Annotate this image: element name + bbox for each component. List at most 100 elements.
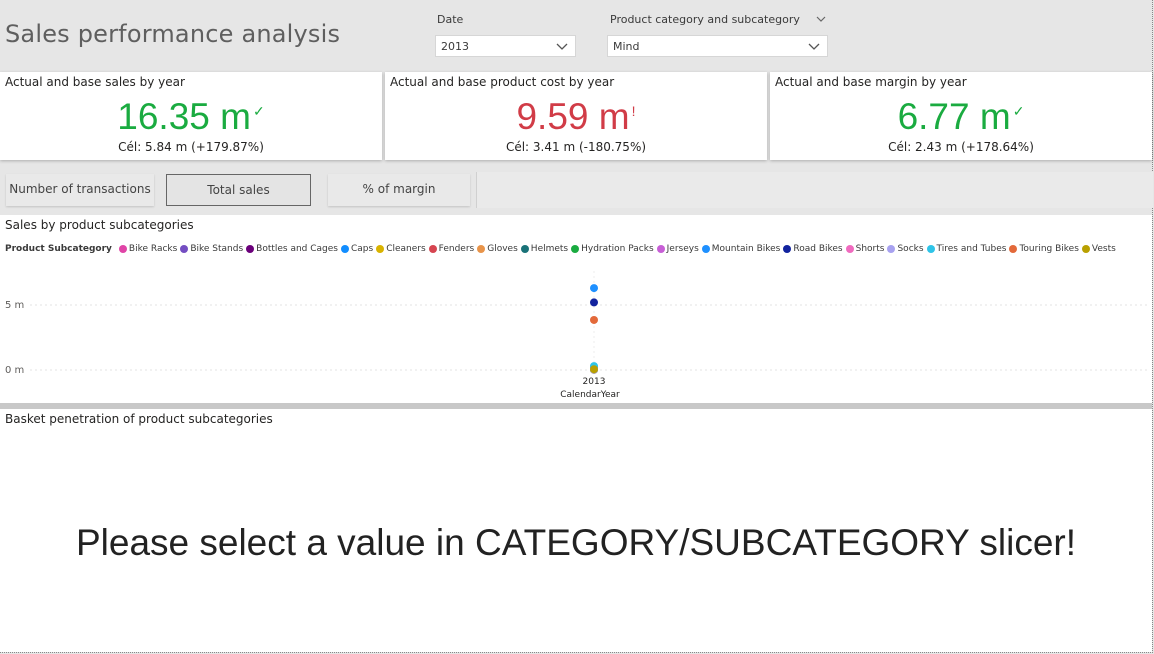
- legend-item[interactable]: Road Bikes: [783, 244, 843, 254]
- legend-item[interactable]: Socks: [887, 244, 924, 254]
- kpi-card-margin[interactable]: Actual and base margin by year 6.77 m ✓ C…: [770, 72, 1152, 160]
- legend-label: Bottles and Cages: [256, 244, 338, 254]
- check-icon: ✓: [1012, 102, 1025, 119]
- legend-label: Caps: [351, 244, 374, 254]
- legend-label: Bike Stands: [190, 244, 244, 254]
- kpi-value-text: 16.35 m: [117, 96, 251, 137]
- kpi-title: Actual and base product cost by year: [390, 75, 615, 89]
- basket-title: Basket penetration of product subcategor…: [5, 412, 273, 426]
- kpi-goal: Cél: 3.41 m (-180.75%): [505, 140, 647, 154]
- report-header: Sales performance analysis Date 2013 Pro…: [0, 0, 1152, 66]
- legend-swatch: [845, 245, 854, 253]
- kpi-title: Actual and base sales by year: [5, 75, 185, 89]
- page-title: Sales performance analysis: [5, 20, 341, 48]
- chevron-down-icon[interactable]: [815, 13, 827, 25]
- data-point[interactable]: [590, 315, 598, 324]
- legend-label: Bike Racks: [128, 244, 178, 254]
- chart-title: Sales by product subcategories: [5, 218, 194, 232]
- legend-label: Cleaners: [386, 244, 426, 254]
- sales-chart-panel[interactable]: Sales by product subcategories Product S…: [0, 215, 1152, 403]
- kpi-title: Actual and base margin by year: [775, 75, 967, 89]
- legend-item[interactable]: Jerseys: [656, 244, 699, 254]
- basket-penetration-panel: Basket penetration of product subcategor…: [0, 409, 1152, 652]
- legend-label: Gloves: [487, 244, 518, 254]
- legend-swatch: [783, 245, 792, 253]
- category-slicer-value: Mind: [613, 40, 640, 53]
- legend-label: Hydration Packs: [581, 244, 654, 254]
- legend-swatch: [246, 245, 255, 253]
- chart-legend: Product Subcategory Bike Racks Bike Stand…: [5, 244, 1119, 254]
- legend-swatch: [118, 245, 127, 253]
- legend-label: Touring Bikes: [1019, 244, 1079, 254]
- legend-swatch: [520, 245, 529, 253]
- legend-item[interactable]: Cleaners: [376, 244, 426, 254]
- x-axis-title: CalendarYear: [560, 390, 620, 400]
- basket-message: Please select a value in CATEGORY/SUBCAT…: [75, 522, 1077, 563]
- legend-label: Fenders: [438, 244, 475, 254]
- legend-item[interactable]: Vests: [1081, 244, 1116, 254]
- kpi-value: 6.77 m ✓: [770, 96, 1152, 138]
- legend-item[interactable]: Tires and Tubes: [926, 244, 1007, 254]
- data-point[interactable]: [590, 284, 598, 293]
- legend-swatch: [428, 245, 437, 253]
- chevron-down-icon: [808, 43, 820, 50]
- category-slicer-dropdown[interactable]: Mind: [607, 35, 828, 57]
- legend-item[interactable]: Bottles and Cages: [246, 244, 338, 254]
- legend-label: Jerseys: [666, 244, 699, 254]
- legend-title: Product Subcategory: [5, 244, 112, 254]
- legend-item[interactable]: Bike Racks: [118, 244, 178, 254]
- legend-swatch: [341, 245, 349, 253]
- legend-swatch: [701, 245, 710, 253]
- category-slicer-label: Product category and subcategory: [610, 13, 800, 26]
- legend-label: Helmets: [530, 244, 569, 254]
- legend-item[interactable]: Gloves: [477, 244, 518, 254]
- legend-swatch: [926, 245, 935, 253]
- legend-item[interactable]: Hydration Packs: [571, 244, 654, 254]
- date-slicer-dropdown[interactable]: 2013: [435, 35, 576, 57]
- tab-number-of-transactions[interactable]: Number of transactions: [6, 174, 154, 206]
- kpi-goal: Cél: 2.43 m (+178.64%): [888, 140, 1034, 154]
- report-canvas: Sales performance analysis Date 2013 Pro…: [0, 0, 1153, 653]
- legend-label: Socks: [897, 244, 924, 254]
- y-tick-label: 0 m: [5, 365, 24, 376]
- legend-label: Mountain Bikes: [711, 244, 781, 254]
- legend-item[interactable]: Mountain Bikes: [701, 244, 781, 254]
- legend-label: Vests: [1091, 244, 1116, 254]
- legend-swatch: [887, 245, 896, 253]
- kpi-goal: Cél: 5.84 m (+179.87%): [118, 140, 264, 154]
- chevron-down-icon: [556, 43, 568, 50]
- tab-percent-of-margin[interactable]: % of margin: [328, 174, 470, 206]
- data-point[interactable]: [590, 365, 598, 374]
- legend-swatch: [376, 245, 385, 253]
- kpi-value: 9.59 m!: [385, 96, 767, 138]
- legend-swatch: [571, 245, 580, 253]
- measure-tab-bar: Number of transactions Total sales % of …: [0, 172, 1153, 210]
- kpi-card-cost[interactable]: Actual and base product cost by year 9.5…: [385, 72, 767, 160]
- legend-item[interactable]: Touring Bikes: [1009, 244, 1079, 254]
- date-slicer-label: Date: [437, 13, 464, 26]
- kpi-value-text: 9.59 m: [516, 96, 630, 137]
- kpi-value-text: 6.77 m: [897, 96, 1011, 137]
- legend-label: Road Bikes: [793, 244, 843, 254]
- legend-swatch: [1081, 245, 1090, 253]
- tab-bar-filler: [476, 172, 1153, 208]
- legend-label: Tires and Tubes: [936, 244, 1007, 254]
- kpi-card-sales[interactable]: Actual and base sales by year 16.35 m ✓ C…: [0, 72, 382, 160]
- legend-swatch: [180, 245, 189, 253]
- legend-item[interactable]: Fenders: [428, 244, 475, 254]
- legend-item[interactable]: Bike Stands: [180, 244, 243, 254]
- kpi-value: 16.35 m ✓: [0, 96, 382, 138]
- legend-item[interactable]: Caps: [341, 244, 373, 254]
- legend-label: Shorts: [855, 244, 885, 254]
- tab-total-sales[interactable]: Total sales: [166, 174, 311, 206]
- legend-swatch: [477, 245, 486, 253]
- check-icon: ✓: [252, 102, 265, 119]
- legend-item[interactable]: Shorts: [845, 244, 885, 254]
- scatter-plot[interactable]: 0 m 5 m 2013 CalendarYear: [0, 265, 1152, 403]
- legend-item[interactable]: Helmets: [520, 244, 569, 254]
- x-tick-label: 2013: [583, 377, 606, 387]
- legend-swatch: [1009, 245, 1018, 253]
- date-slicer-value: 2013: [441, 40, 469, 53]
- legend-swatch: [656, 245, 665, 253]
- data-point[interactable]: [590, 298, 598, 307]
